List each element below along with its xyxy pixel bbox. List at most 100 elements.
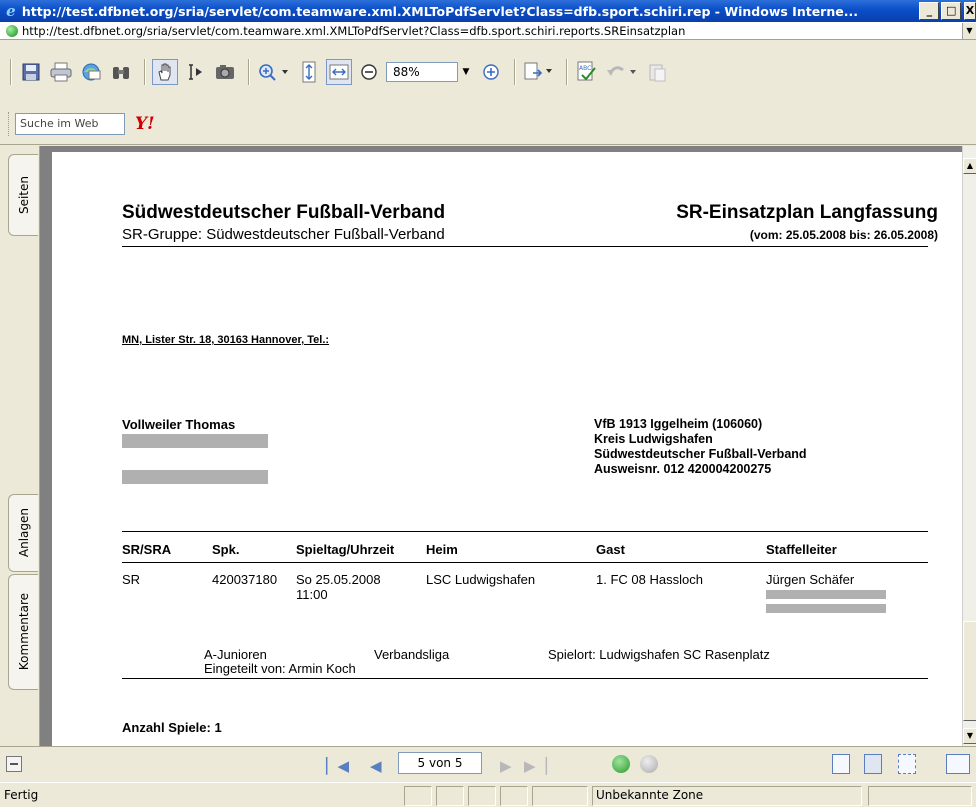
status-cell: [500, 786, 528, 806]
scroll-thumb[interactable]: [963, 621, 976, 721]
status-cell: [532, 786, 588, 806]
side-panel-tabs: Seiten Anlagen Kommentare: [0, 146, 40, 746]
address-dropdown-icon[interactable]: ▼: [962, 22, 976, 39]
club-info: VfB 1913 Iggelheim (106060) Kreis Ludwig…: [594, 417, 807, 477]
minimize-button[interactable]: _: [919, 2, 940, 20]
undo-icon[interactable]: [604, 59, 640, 85]
window-title: http://test.dfbnet.org/sria/servlet/com.…: [21, 3, 858, 19]
address-line: MN, Lister Str. 18, 30163 Hannover, Tel.…: [122, 334, 330, 346]
go-back-icon[interactable]: [612, 755, 630, 773]
save-icon[interactable]: [18, 59, 44, 85]
page-icon: [6, 24, 18, 37]
cell-spk: 420037180: [212, 572, 278, 587]
redacted-block: [766, 590, 886, 599]
first-page-icon[interactable]: ▏◀: [326, 757, 349, 775]
tab-label: Seiten: [16, 175, 31, 215]
table-top-rule: [122, 531, 928, 532]
fit-width-icon[interactable]: [326, 59, 352, 85]
search-toolbar: Suche im Web Y!: [0, 103, 976, 145]
cell-date-day: So 25.05.2008: [296, 572, 381, 587]
next-page-icon[interactable]: ▶: [500, 757, 512, 775]
title-bar: e http://test.dfbnet.org/sria/servlet/co…: [0, 0, 976, 22]
status-cell: [468, 786, 496, 806]
svg-text:ABC: ABC: [579, 65, 591, 72]
status-cell: [404, 786, 432, 806]
cell-guest: 1. FC 08 Hassloch: [596, 572, 703, 587]
email-icon[interactable]: [78, 59, 104, 85]
col-header-role: SR/SRA: [122, 542, 172, 557]
scroll-up-icon[interactable]: ▲: [963, 158, 976, 174]
url-field[interactable]: http://test.dfbnet.org/sria/servlet/com.…: [22, 24, 962, 38]
close-button[interactable]: X: [964, 2, 976, 20]
redacted-block: [766, 604, 886, 613]
security-zone: Unbekannte Zone: [596, 788, 704, 802]
browser-window: e http://test.dfbnet.org/sria/servlet/co…: [0, 0, 976, 807]
snapshot-icon[interactable]: [212, 59, 238, 85]
zoom-dropdown-icon[interactable]: ▼: [460, 67, 472, 77]
assigned-by: Eingeteilt von: Armin Koch: [204, 661, 356, 676]
page-number-field[interactable]: 5 von 5: [398, 752, 482, 774]
table-header-rule: [122, 562, 928, 563]
print-icon[interactable]: [48, 59, 74, 85]
pdf-page: Südwestdeutscher Fußball-Verband SR-Grup…: [52, 152, 964, 746]
toolbar-grip[interactable]: [8, 111, 11, 136]
last-page-icon[interactable]: ▶▕: [524, 757, 547, 775]
document-title: SR-Einsatzplan Langfassung: [676, 202, 938, 223]
cell-role: SR: [122, 572, 141, 587]
previous-page-icon[interactable]: ◀: [370, 757, 382, 775]
footer-venue: Spielort: Ludwigshafen SC Rasenplatz: [548, 647, 770, 662]
go-forward-icon[interactable]: [640, 755, 658, 773]
yahoo-logo-icon[interactable]: Y!: [135, 114, 155, 134]
tab-seiten[interactable]: Seiten: [8, 154, 38, 236]
zoom-in-icon[interactable]: [256, 59, 292, 85]
cell-staffelleiter: Jürgen Schäfer: [766, 572, 855, 587]
age-group: A-Junioren: [204, 647, 267, 662]
vertical-scrollbar[interactable]: ▲ ▼: [962, 146, 976, 746]
zoom-out-icon[interactable]: [356, 59, 382, 85]
panel-toggle-icon[interactable]: [6, 756, 22, 772]
club-district: Kreis Ludwigshafen: [594, 432, 713, 446]
cell-date-time: 11:00: [296, 587, 328, 602]
game-count: Anzahl Spiele: 1: [122, 720, 222, 735]
continuous-layout-icon[interactable]: [864, 754, 882, 774]
spell-check-icon[interactable]: ABC: [574, 59, 600, 85]
find-icon[interactable]: [108, 59, 134, 85]
ie-logo-icon: e: [6, 2, 16, 20]
status-cell: [868, 786, 972, 806]
redacted-block: [122, 470, 268, 484]
zoom-plus-icon[interactable]: [478, 59, 504, 85]
single-page-layout-icon[interactable]: [832, 754, 850, 774]
continuous-facing-layout-icon[interactable]: [946, 754, 970, 774]
date-range: (vom: 25.05.2008 bis: 26.05.2008): [749, 228, 938, 242]
scroll-down-icon[interactable]: ▼: [963, 728, 976, 744]
facing-layout-icon[interactable]: [898, 754, 916, 774]
hand-tool-icon[interactable]: [152, 59, 178, 85]
table-bottom-rule: [122, 678, 928, 679]
club-association: Südwestdeutscher Fußball-Verband: [594, 447, 807, 461]
web-search-input[interactable]: Suche im Web: [15, 112, 125, 135]
status-cell: [436, 786, 464, 806]
page-options-icon[interactable]: [522, 59, 556, 85]
footer-age-group: A-Junioren Eingeteilt von: Armin Koch: [204, 648, 356, 676]
fit-page-icon[interactable]: [296, 59, 322, 85]
status-text: Fertig: [4, 788, 39, 802]
club-id-number: Ausweisnr. 012 420004200275: [594, 462, 772, 476]
select-text-icon[interactable]: [182, 59, 208, 85]
footer-league: Verbandsliga: [374, 647, 450, 662]
zoom-level-field[interactable]: 88%: [386, 62, 458, 82]
col-header-home: Heim: [426, 542, 458, 557]
cell-date: So 25.05.2008 11:00: [296, 572, 381, 602]
organization-title: Südwestdeutscher Fußball-Verband: [122, 202, 446, 223]
redacted-block: [122, 434, 268, 448]
col-header-date: Spieltag/Uhrzeit: [296, 542, 395, 557]
maximize-button[interactable]: □: [941, 2, 962, 20]
col-header-spk: Spk.: [212, 542, 240, 557]
tab-kommentare[interactable]: Kommentare: [8, 574, 38, 690]
paste-icon[interactable]: [644, 59, 670, 85]
status-bar: Fertig Unbekannte Zone: [0, 782, 976, 807]
tab-label: Anlagen: [16, 508, 31, 558]
tab-label: Kommentare: [16, 593, 31, 671]
cell-home: LSC Ludwigshafen: [426, 572, 536, 587]
tab-anlagen[interactable]: Anlagen: [8, 494, 38, 572]
pdf-toolbar: 88% ▼ ABC: [0, 41, 976, 101]
